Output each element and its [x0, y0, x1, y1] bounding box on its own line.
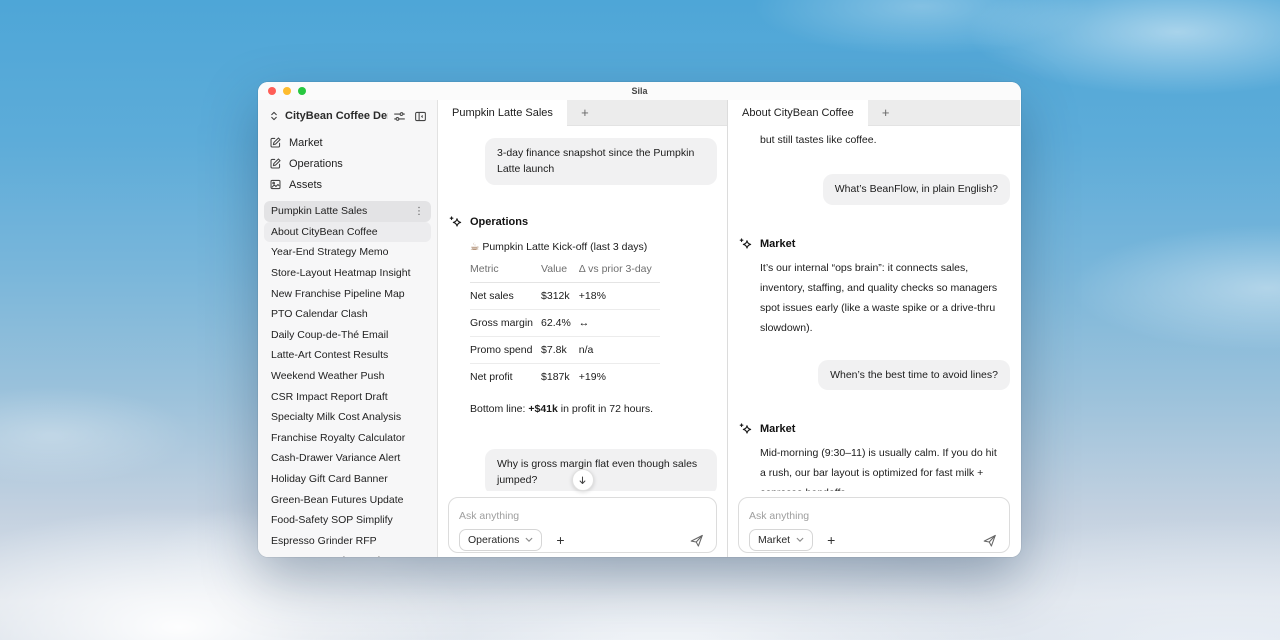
assistant-message: Operations ☕ Pumpkin Latte Kick-off (las…: [448, 215, 717, 415]
panel-pumpkin-latte-sales: Pumpkin Latte Sales + 3-day finance snap…: [438, 100, 728, 557]
table-header: Metric: [470, 263, 541, 283]
send-icon: [689, 533, 704, 548]
chevrons-up-down-icon: [268, 110, 280, 122]
sidebar: CityBean Coffee Demo... Market: [258, 100, 438, 557]
compose-icon: [269, 136, 282, 149]
agent-selector[interactable]: Market: [749, 529, 813, 551]
chat-item-about-citybean-coffee[interactable]: About CityBean Coffee: [264, 222, 431, 243]
collapse-sidebar-icon[interactable]: [414, 110, 427, 123]
chat-item[interactable]: Store-Layout Heatmap Insight: [264, 263, 431, 284]
window-title: Sila: [258, 86, 1021, 96]
send-button[interactable]: [982, 533, 997, 548]
workspace-name: CityBean Coffee Demo...: [285, 110, 388, 122]
assistant-text: Mid-morning (9:30–11) is usually calm. I…: [760, 443, 1002, 491]
chat-item[interactable]: Latte-Art Contest Results: [264, 345, 431, 366]
chat-item[interactable]: Espresso Grinder RFP: [264, 531, 431, 552]
finance-table: Metric Value Δ vs prior 3-day Net sales$…: [470, 263, 660, 390]
sparkle-icon: [738, 237, 753, 252]
chat-item[interactable]: New Franchise Pipeline Map: [264, 283, 431, 304]
chevron-down-icon: [525, 537, 533, 543]
tab-pumpkin-latte-sales[interactable]: Pumpkin Latte Sales: [438, 100, 567, 126]
chat-item[interactable]: Daily Coup-de-Thé Email: [264, 325, 431, 346]
composer: Market +: [738, 497, 1010, 553]
send-button[interactable]: [689, 533, 704, 548]
table-header: Value: [541, 263, 579, 283]
scroll-to-bottom-button[interactable]: [572, 469, 594, 491]
add-attachment-button[interactable]: +: [827, 533, 835, 547]
chat-item[interactable]: Same-Store Sales Deck: [264, 551, 431, 557]
table-row: Net sales$312k+18%: [470, 282, 660, 309]
sidebar-nav: Market Operations Assets: [264, 132, 431, 195]
sidebar-item-label: Operations: [289, 158, 343, 170]
new-tab-button[interactable]: +: [868, 100, 904, 125]
user-message: What’s BeanFlow, in plain English?: [823, 174, 1010, 204]
chat-item-pumpkin-latte-sales[interactable]: Pumpkin Latte Sales ⋮: [264, 201, 431, 222]
chat-item[interactable]: Franchise Royalty Calculator: [264, 428, 431, 449]
workspace-switcher[interactable]: CityBean Coffee Demo...: [264, 106, 431, 126]
titlebar: Sila: [258, 82, 1021, 100]
chat-item[interactable]: Food-Safety SOP Simplify: [264, 510, 431, 531]
table-row: Net profit$187k+19%: [470, 363, 660, 390]
chevron-down-icon: [796, 537, 804, 543]
chat-list: Pumpkin Latte Sales ⋮ About CityBean Cof…: [264, 201, 431, 557]
assistant-message: Market Mid-morning (9:30–11) is usually …: [738, 422, 1010, 491]
chat-item[interactable]: Specialty Milk Cost Analysis: [264, 407, 431, 428]
arrow-down-icon: [577, 475, 588, 486]
assistant-name: Market: [760, 238, 795, 250]
sidebar-item-operations[interactable]: Operations: [264, 153, 431, 174]
chat-area: 3-day finance snapshot since the Pumpkin…: [438, 126, 727, 557]
tab-bar: About CityBean Coffee +: [728, 100, 1020, 126]
chat-item[interactable]: Year-End Strategy Memo: [264, 242, 431, 263]
chat-item[interactable]: Cash-Drawer Variance Alert: [264, 448, 431, 469]
user-message: Why is gross margin flat even though sal…: [485, 449, 717, 491]
ask-anything-input[interactable]: [459, 510, 706, 522]
table-row: Promo spend$7.8kn/a: [470, 336, 660, 363]
user-message: 3-day finance snapshot since the Pumpkin…: [485, 138, 717, 185]
report-title: ☕ Pumpkin Latte Kick-off (last 3 days): [470, 241, 717, 253]
panel-about-citybean-coffee: About CityBean Coffee + but still tastes…: [728, 100, 1020, 557]
send-icon: [982, 533, 997, 548]
chat-area: but still tastes like coffee. What’s Bea…: [728, 126, 1020, 557]
chat-item[interactable]: CSR Impact Report Draft: [264, 386, 431, 407]
chat-item[interactable]: Holiday Gift Card Banner: [264, 469, 431, 490]
agent-selector[interactable]: Operations: [459, 529, 542, 551]
tab-bar: Pumpkin Latte Sales +: [438, 100, 727, 126]
add-attachment-button[interactable]: +: [556, 533, 564, 547]
image-icon: [269, 178, 282, 191]
sidebar-item-label: Assets: [289, 179, 322, 191]
table-row: Gross margin62.4%↔: [470, 309, 660, 336]
assistant-message-fragment: but still tastes like coffee.: [760, 132, 1010, 148]
app-window: Sila CityBean Coffee Demo...: [258, 82, 1021, 557]
new-tab-button[interactable]: +: [567, 100, 603, 125]
compose-icon: [269, 157, 282, 170]
sidebar-item-market[interactable]: Market: [264, 132, 431, 153]
settings-sliders-icon[interactable]: [393, 110, 406, 123]
tab-about-citybean-coffee[interactable]: About CityBean Coffee: [728, 100, 868, 126]
user-message: When’s the best time to avoid lines?: [818, 360, 1010, 390]
assistant-message: Market It’s our internal “ops brain”: it…: [738, 237, 1010, 338]
chat-item[interactable]: Green-Bean Futures Update: [264, 489, 431, 510]
sidebar-item-label: Market: [289, 137, 323, 149]
chat-item[interactable]: Weekend Weather Push: [264, 366, 431, 387]
ask-anything-input[interactable]: [749, 510, 999, 522]
sparkle-icon: [448, 215, 463, 230]
sparkle-icon: [738, 422, 753, 437]
table-header: Δ vs prior 3-day: [579, 263, 660, 283]
chat-item[interactable]: PTO Calendar Clash: [264, 304, 431, 325]
coffee-icon: ☕: [470, 241, 479, 253]
chat-item-menu-icon[interactable]: ⋮: [414, 206, 424, 217]
assistant-text: It’s our internal “ops brain”: it connec…: [760, 258, 1002, 338]
composer: Operations +: [448, 497, 717, 553]
sidebar-item-assets[interactable]: Assets: [264, 174, 431, 195]
assistant-name: Market: [760, 423, 795, 435]
bottom-line: Bottom line: +$41k in profit in 72 hours…: [470, 403, 717, 415]
assistant-name: Operations: [470, 216, 528, 228]
